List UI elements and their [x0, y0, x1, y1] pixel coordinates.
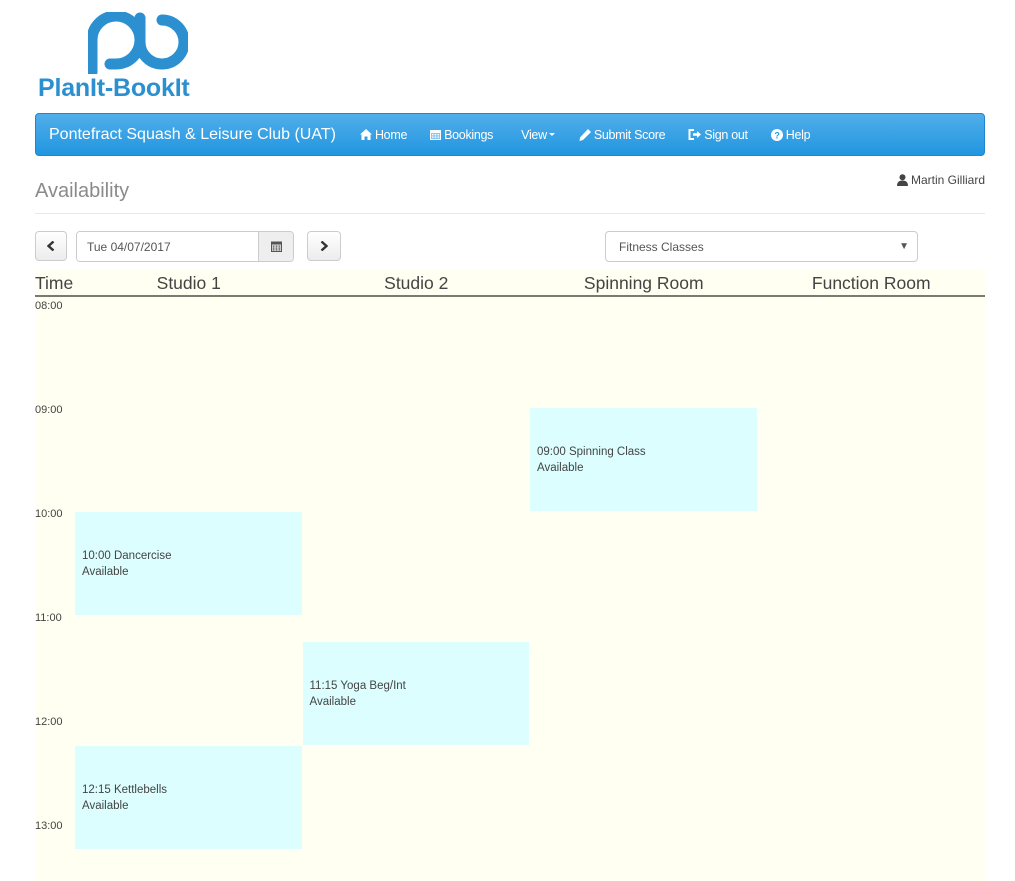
room-header-studio-2: Studio 2: [384, 273, 449, 293]
time-label: 13:00: [35, 820, 63, 832]
calendar-icon: [270, 241, 282, 252]
time-label: 09:00: [35, 404, 63, 416]
nav-help-label: Help: [785, 127, 811, 142]
previous-day-button[interactable]: [35, 231, 67, 261]
user-menu[interactable]: Martin Gilliard: [896, 173, 985, 187]
nav-view-dropdown[interactable]: View: [521, 128, 555, 142]
nav-sign-out-label: Sign out: [704, 127, 748, 142]
navbar: Pontefract Squash & Leisure Club (UAT) H…: [35, 113, 985, 156]
nav-help[interactable]: ? Help: [770, 127, 811, 142]
date-picker: [76, 231, 294, 262]
navbar-brand[interactable]: Pontefract Squash & Leisure Club (UAT): [36, 126, 336, 144]
nav-bookings-label: Bookings: [444, 127, 494, 142]
logo-mark-icon: [88, 12, 188, 74]
event-status: Available: [82, 799, 129, 812]
logo-text: PlanIt-BookIt: [38, 74, 190, 102]
event-block[interactable]: 09:00 Spinning Class Available: [530, 408, 757, 511]
event-title: 12:15 Kettlebells: [82, 783, 168, 796]
caret-down-icon: [548, 133, 555, 136]
pencil-icon: [579, 128, 591, 141]
room-header-studio-1: Studio 1: [156, 273, 221, 293]
event-block[interactable]: 12:15 Kettlebells Available: [75, 746, 302, 849]
nav-sign-out[interactable]: Sign out: [688, 127, 748, 142]
nav-bookings[interactable]: Bookings: [430, 128, 493, 142]
event-status: Available: [82, 565, 129, 578]
sign-out-icon: [688, 129, 702, 140]
nav-submit-score[interactable]: Submit Score: [579, 127, 666, 142]
dropdown-arrow-icon: ▼: [899, 241, 909, 252]
nav-home-label: Home: [374, 127, 408, 142]
chevron-left-icon: [47, 241, 55, 251]
question-circle-icon: ?: [770, 128, 783, 141]
time-label: 08:00: [35, 300, 63, 312]
category-select-value: Fitness Classes: [619, 239, 704, 254]
event-title: 10:00 Dancercise: [82, 549, 172, 562]
event-block[interactable]: 11:15 Yoga Beg/Int Available: [302, 642, 529, 745]
schedule-header: Time Studio 1 Studio 2 Spinning Room Fun…: [35, 270, 985, 297]
event-block[interactable]: 10:00 Dancercise Available: [75, 512, 302, 615]
nav-submit-score-label: Submit Score: [593, 127, 666, 142]
nav-home[interactable]: Home: [359, 127, 408, 142]
header-divider: [35, 213, 985, 214]
home-icon: [359, 129, 372, 140]
room-header-function-room: Function Room: [811, 273, 931, 293]
time-label: 10:00: [35, 508, 63, 520]
chevron-right-icon: [320, 241, 328, 251]
time-column-header: Time: [35, 273, 74, 293]
page-title: Availability: [35, 180, 130, 202]
event-title: 11:15 Yoga Beg/Int: [309, 679, 406, 692]
nav-view-label: View: [521, 127, 547, 142]
date-input[interactable]: [77, 232, 258, 261]
calendar-button[interactable]: [258, 232, 293, 261]
time-label: 11:00: [35, 612, 62, 624]
svg-text:?: ?: [774, 130, 779, 140]
next-day-button[interactable]: [307, 231, 341, 261]
planit-bookit-logo[interactable]: PlanIt-BookIt: [36, 12, 236, 104]
availability-schedule: Time Studio 1 Studio 2 Spinning Room Fun…: [35, 270, 985, 881]
category-select[interactable]: Fitness Classes ▼: [605, 231, 918, 262]
event-title: 09:00 Spinning Class: [537, 445, 646, 458]
user-icon: [896, 174, 908, 186]
room-header-spinning-room: Spinning Room: [583, 273, 704, 293]
time-label: 12:00: [35, 716, 63, 728]
user-name: Martin Gilliard: [910, 173, 985, 187]
event-status: Available: [309, 695, 356, 708]
calendar-icon: [430, 130, 442, 140]
event-status: Available: [537, 461, 584, 474]
